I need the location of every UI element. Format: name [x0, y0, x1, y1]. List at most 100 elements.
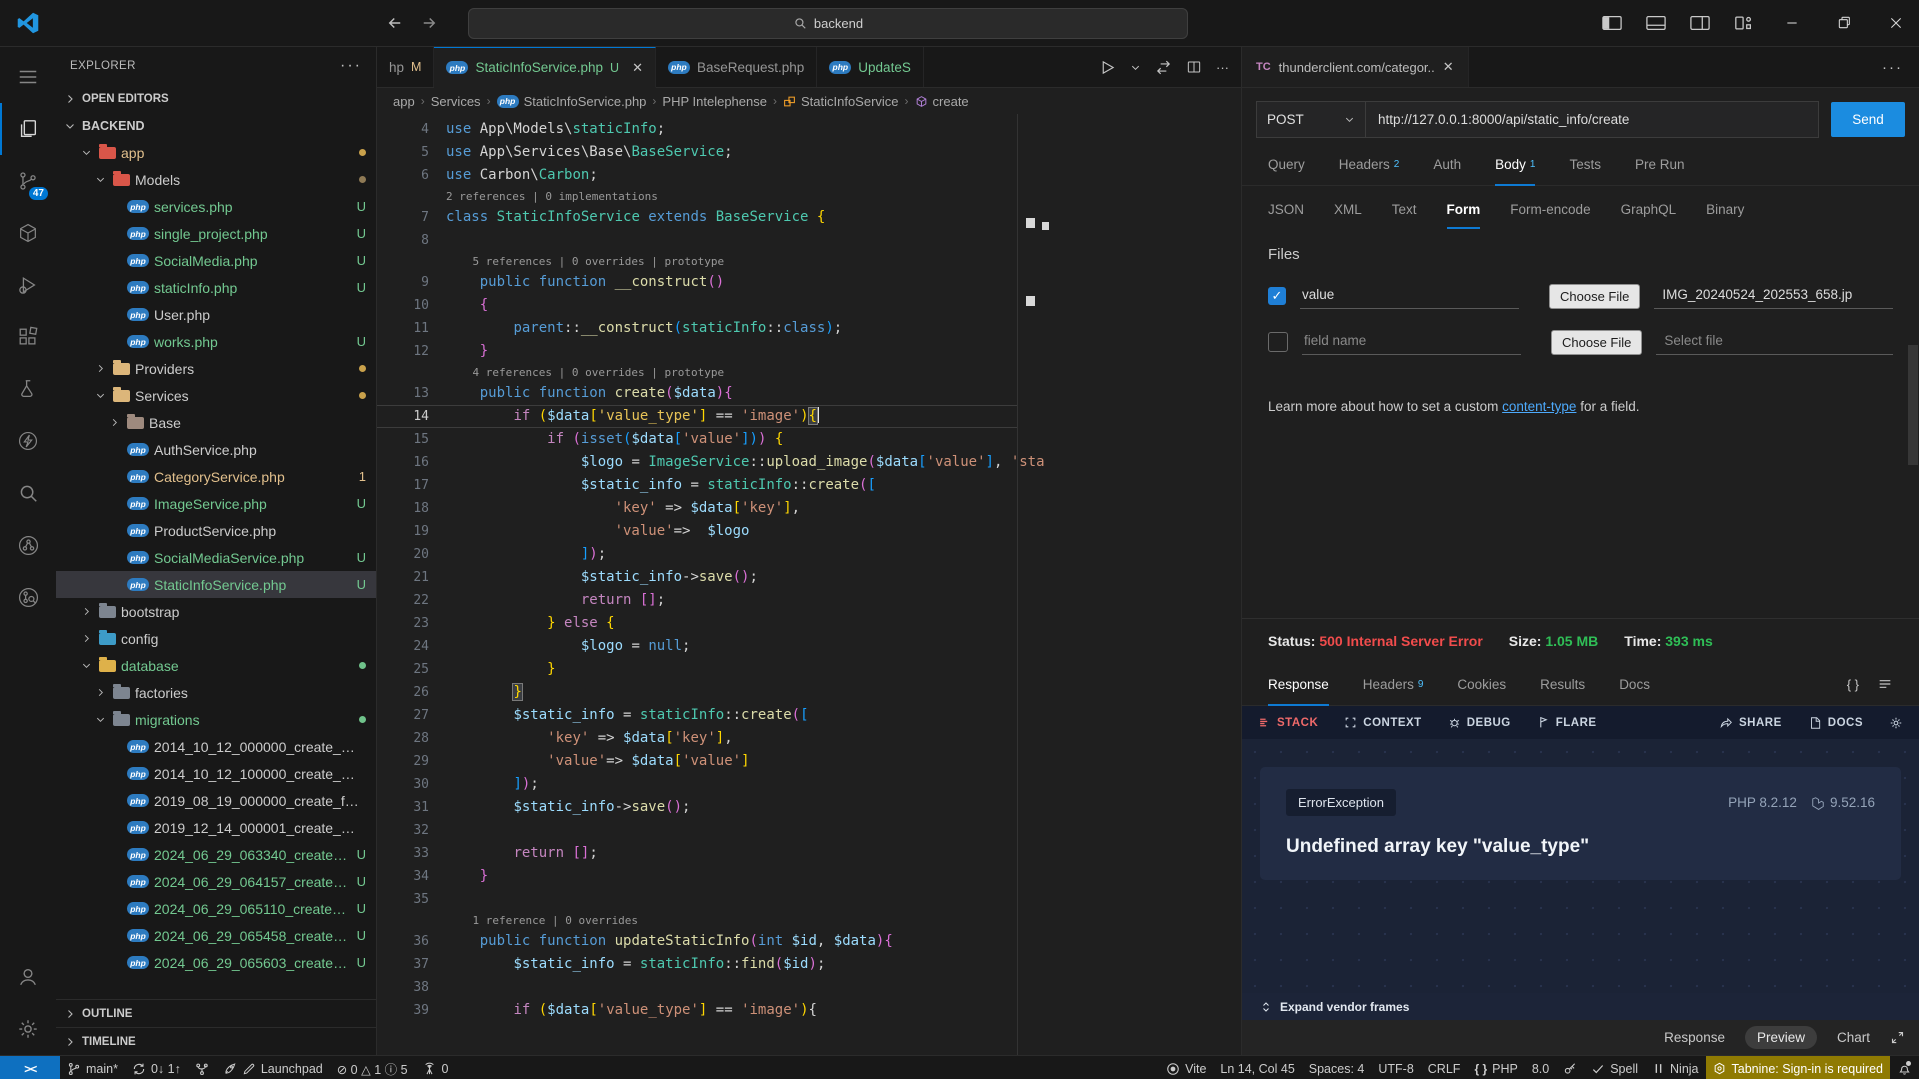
codelens[interactable]: 1 reference | 0 overrides — [377, 911, 1017, 930]
response-menu-icon[interactable] — [1877, 676, 1893, 692]
zap-icon[interactable] — [0, 415, 56, 467]
breadcrumb-item-staticinfoservice-php[interactable]: phpStaticInfoService.php — [497, 94, 647, 109]
tab-close-icon[interactable]: ✕ — [632, 60, 643, 76]
ignition-context-button[interactable]: CONTEXT — [1344, 716, 1421, 729]
toggle-secondary-sidebar-icon[interactable] — [1681, 6, 1719, 40]
minimap[interactable] — [1017, 114, 1241, 1055]
tree-item-factories[interactable]: factories — [56, 679, 376, 706]
response-tab-headers[interactable]: Headers9 — [1363, 663, 1424, 705]
choose-file-button[interactable]: Choose File — [1551, 330, 1642, 355]
codelens[interactable]: 4 references | 0 overrides | prototype — [377, 363, 1017, 382]
status-notifications[interactable] — [1890, 1056, 1919, 1079]
body-tab-text[interactable]: Text — [1392, 190, 1417, 228]
view-response-button[interactable]: Response — [1652, 1026, 1737, 1049]
command-center-search[interactable]: backend — [468, 8, 1188, 39]
ignition-share-button[interactable]: SHARE — [1719, 716, 1782, 730]
field-name-input[interactable]: value — [1300, 283, 1519, 309]
sidebar-more-actions-icon[interactable]: ··· — [340, 57, 362, 75]
netA-icon[interactable] — [0, 519, 56, 571]
status-encoding[interactable]: UTF-8 — [1371, 1056, 1420, 1079]
request-tab-body[interactable]: Body1 — [1495, 143, 1535, 185]
chevron-right-icon[interactable] — [78, 633, 94, 644]
search-icon[interactable] — [0, 467, 56, 519]
tree-item-bootstrap[interactable]: bootstrap — [56, 598, 376, 625]
tree-item-socialmedia-php[interactable]: phpSocialMedia.phpU — [56, 247, 376, 274]
editor-tab-baserequest-php[interactable]: phpBaseRequest.php — [656, 47, 817, 87]
editor-tab-hp[interactable]: hpM — [377, 47, 434, 87]
http-method-select[interactable]: POST — [1256, 101, 1365, 138]
field-name-input[interactable]: field name — [1302, 329, 1521, 355]
body-tab-xml[interactable]: XML — [1334, 190, 1362, 228]
body-tab-graphql[interactable]: GraphQL — [1621, 190, 1677, 228]
status-branch[interactable]: main* — [60, 1056, 125, 1079]
scrollbar-thumb[interactable] — [1908, 345, 1918, 465]
format-json-icon[interactable]: { } — [1847, 677, 1859, 692]
tree-item-staticinfo-php[interactable]: phpstaticInfo.phpU — [56, 274, 376, 301]
status-language[interactable]: { }PHP — [1467, 1056, 1524, 1079]
status-cursor-position[interactable]: Ln 14, Col 45 — [1213, 1056, 1301, 1079]
checkbox[interactable]: ✓ — [1268, 287, 1286, 305]
breadcrumb-item-create[interactable]: create — [915, 94, 969, 109]
tree-item-app[interactable]: app — [56, 139, 376, 166]
tree-item-services-php[interactable]: phpservices.phpU — [56, 193, 376, 220]
tree-item-providers[interactable]: Providers — [56, 355, 376, 382]
editor-more-actions-icon[interactable]: ··· — [1216, 60, 1229, 75]
ignition-debug-button[interactable]: DEBUG — [1448, 716, 1511, 729]
files-icon[interactable] — [0, 103, 56, 155]
tree-item-single-project-php[interactable]: phpsingle_project.phpU — [56, 220, 376, 247]
netB-icon[interactable] — [0, 571, 56, 623]
status-indentation[interactable]: Spaces: 4 — [1302, 1056, 1372, 1079]
tree-item-user-php[interactable]: phpUser.php — [56, 301, 376, 328]
chevron-right-icon[interactable] — [92, 687, 108, 698]
ignition-gearsm-button[interactable] — [1889, 716, 1903, 730]
chevron-right-icon[interactable] — [106, 417, 122, 428]
tree-item-database[interactable]: database — [56, 652, 376, 679]
workspace-root[interactable]: BACKEND — [56, 112, 376, 139]
ignition-docs-button[interactable]: DOCS — [1808, 716, 1863, 730]
send-button[interactable]: Send — [1831, 102, 1905, 137]
tree-item-staticinfoservice-php[interactable]: phpStaticInfoService.phpU — [56, 571, 376, 598]
tree-item-2024-06-29-063340-create-soical-m-[interactable]: php2024_06_29_063340_create_soical_m…U — [56, 841, 376, 868]
response-tab-response[interactable]: Response — [1268, 663, 1329, 705]
beaker-icon[interactable] — [0, 363, 56, 415]
body-tab-json[interactable]: JSON — [1268, 190, 1304, 228]
request-tab-headers[interactable]: Headers2 — [1339, 143, 1400, 185]
view-preview-button[interactable]: Preview — [1745, 1026, 1817, 1049]
maximize-button[interactable] — [1821, 0, 1867, 46]
run-code-icon[interactable] — [1099, 59, 1116, 76]
chevron-right-icon[interactable] — [78, 606, 94, 617]
status-vite[interactable]: Vite — [1159, 1056, 1213, 1079]
account-icon[interactable] — [0, 951, 56, 1003]
tree-item-authservice-php[interactable]: phpAuthService.php — [56, 436, 376, 463]
chevron-down-icon[interactable] — [92, 714, 108, 725]
tree-item-2019-12-14-000001-create-personal-acc-[interactable]: php2019_12_14_000001_create_personal_acc… — [56, 814, 376, 841]
ext-icon[interactable] — [0, 311, 56, 363]
customize-layout-icon[interactable] — [1725, 6, 1763, 40]
chevron-down-icon[interactable] — [78, 660, 94, 671]
timeline-section[interactable]: TIMELINE — [56, 1027, 376, 1055]
status-tabnine[interactable]: Tabnine: Sign-in is required — [1706, 1056, 1890, 1079]
status-php-version[interactable]: 8.0 — [1525, 1056, 1556, 1079]
breadcrumb-item-php-intelephense[interactable]: PHP Intelephense — [662, 94, 767, 109]
tree-item-2019-08-19-000000-create-failed-jobs-ta-[interactable]: php2019_08_19_000000_create_failed_jobs_… — [56, 787, 376, 814]
expand-response-icon[interactable] — [1890, 1030, 1905, 1045]
chevron-down-icon[interactable] — [92, 390, 108, 401]
chevron-down-icon[interactable] — [92, 174, 108, 185]
gear-icon[interactable] — [0, 1003, 56, 1055]
request-tab-tests[interactable]: Tests — [1569, 143, 1601, 185]
checkbox[interactable] — [1268, 332, 1288, 352]
compare-changes-icon[interactable] — [1155, 59, 1172, 76]
body-tab-form[interactable]: Form — [1447, 190, 1481, 228]
status-launchpad[interactable]: Launchpad — [216, 1056, 330, 1079]
status-eol[interactable]: CRLF — [1421, 1056, 1468, 1079]
expand-vendor-frames[interactable]: Expand vendor frames — [1242, 993, 1919, 1020]
response-tab-docs[interactable]: Docs — [1619, 663, 1650, 705]
editor-tab-updates[interactable]: phpUpdateS — [817, 47, 924, 87]
status-spell[interactable]: Spell — [1584, 1056, 1645, 1079]
tree-item-2024-06-29-065110-create-services-[interactable]: php2024_06_29_065110_create_services_…U — [56, 895, 376, 922]
breadcrumb-item-staticinfoservice[interactable]: StaticInfoService — [783, 94, 899, 109]
menu-icon[interactable] — [0, 51, 56, 103]
codelens[interactable]: 2 references | 0 implementations — [377, 187, 1017, 206]
breadcrumb-item-services[interactable]: Services — [431, 94, 481, 109]
status-key[interactable] — [1556, 1056, 1584, 1079]
